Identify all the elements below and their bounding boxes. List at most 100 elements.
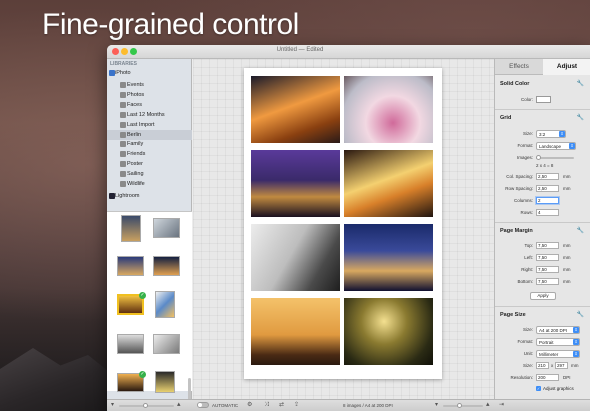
- photo-marx-statue[interactable]: [251, 224, 340, 291]
- photo-sculpture-bolts[interactable]: [344, 76, 433, 143]
- margin-right-field[interactable]: 7,50: [536, 266, 559, 273]
- selected-check-icon: ✓: [139, 292, 146, 299]
- album-icon: [120, 132, 126, 138]
- thumbnail[interactable]: [155, 291, 175, 318]
- wrench-icon[interactable]: ⚙: [247, 402, 252, 409]
- page-size-value: A4 at 200 DPI: [539, 328, 568, 333]
- unit-select[interactable]: Millimeter ⇕: [536, 350, 580, 358]
- margin-top-field[interactable]: 7,50: [536, 242, 559, 249]
- thumbnail[interactable]: [117, 334, 144, 354]
- sidebar-item-poster[interactable]: Poster: [107, 159, 192, 169]
- sidebar-item-iphoto[interactable]: iPhoto: [107, 68, 192, 78]
- sidebar-item-label: Last 12 Months: [127, 112, 165, 118]
- chevron-updown-icon: ⇕: [573, 327, 579, 333]
- apply-button[interactable]: Apply: [530, 292, 556, 300]
- thumbnail[interactable]: [153, 334, 180, 354]
- page-size-title: Page Size: [500, 312, 526, 318]
- rows-field[interactable]: 4: [536, 209, 559, 216]
- sidebar-item-photos[interactable]: Photos: [107, 90, 192, 100]
- sidebar-item-last-12-months[interactable]: Last 12 Months: [107, 110, 192, 120]
- solid-color-title: Solid Color: [500, 81, 530, 87]
- sidebar-item-sailing[interactable]: Sailing: [107, 169, 192, 179]
- thumbnail[interactable]: [121, 215, 141, 242]
- photo-light-trails[interactable]: [344, 150, 433, 217]
- margin-right-label: Right:: [521, 267, 533, 272]
- toggle-knob: [198, 403, 202, 407]
- grid-format-label: Format:: [517, 143, 533, 148]
- sidebar-item-family[interactable]: Family: [107, 139, 192, 149]
- sidebar-item-wildlife[interactable]: Wildlife: [107, 179, 192, 189]
- sidebar-item-label: Events: [127, 82, 144, 88]
- bottom-toolbar: ▾ ▴ AUTOMATIC ⚙ ⤨ ⇄ ⇪ 8 images / A4 at 2…: [107, 399, 590, 411]
- thumbnail[interactable]: [153, 218, 180, 238]
- shuffle-icon[interactable]: ⤨: [264, 402, 269, 409]
- thumbnail-size-knob[interactable]: [143, 403, 148, 408]
- wrench-icon[interactable]: 🔧: [577, 311, 584, 318]
- page-settings-icon[interactable]: ⇥: [499, 402, 504, 409]
- images-slider-knob[interactable]: [536, 155, 541, 160]
- images-label: Images:: [516, 155, 533, 160]
- zoom-out-icon[interactable]: ▾: [111, 402, 114, 409]
- sidebar-item-events[interactable]: Events: [107, 80, 192, 90]
- marketing-headline: Fine-grained control: [42, 8, 299, 41]
- album-icon: [120, 171, 126, 177]
- resolution-field[interactable]: 200: [536, 374, 559, 381]
- grid-size-label: Size:: [522, 131, 533, 136]
- page-format-select[interactable]: Portrait ⇕: [536, 338, 580, 346]
- page-width-field[interactable]: 210: [536, 362, 549, 369]
- thumbnail-browser[interactable]: ✓ ✓: [107, 211, 192, 408]
- inspector-panel: Effects Adjust Solid Color 🔧 Color: Grid…: [494, 59, 590, 399]
- page-zoom-slider[interactable]: [443, 405, 483, 407]
- album-icon: [120, 141, 126, 147]
- page-size-select[interactable]: A4 at 200 DPI ⇕: [536, 326, 580, 334]
- photo-gasometer-sunset[interactable]: [251, 298, 340, 365]
- chevron-updown-icon: ⇕: [573, 339, 579, 345]
- photo-oberbaum-bridge[interactable]: [251, 150, 340, 217]
- zoom-out-icon[interactable]: ▾: [435, 402, 438, 409]
- zoom-in-icon[interactable]: ▴: [486, 401, 490, 408]
- sidebar-item-friends[interactable]: Friends: [107, 149, 192, 159]
- sidebar-item-faces[interactable]: Faces: [107, 100, 192, 110]
- thumbnail[interactable]: [153, 256, 180, 276]
- automatic-label: AUTOMATIC: [212, 403, 239, 408]
- adjust-graphics-checkbox[interactable]: ✓: [536, 386, 541, 391]
- margin-bottom-field[interactable]: 7,50: [536, 278, 559, 285]
- color-swatch[interactable]: [536, 96, 551, 103]
- wrench-icon[interactable]: 🔧: [577, 227, 584, 234]
- row-spacing-field[interactable]: 2,50: [536, 185, 559, 192]
- grid-format-select[interactable]: Landscape ⇕: [536, 142, 576, 150]
- iphoto-icon: [109, 70, 115, 76]
- grid-size-select[interactable]: 3:2 ⇕: [536, 130, 566, 138]
- images-slider[interactable]: [536, 157, 574, 159]
- margin-left-field[interactable]: 7,50: [536, 254, 559, 261]
- columns-label: Columns:: [513, 198, 533, 203]
- photo-berlin-cathedral[interactable]: [344, 224, 433, 291]
- automatic-toggle[interactable]: [197, 402, 209, 408]
- tab-effects[interactable]: Effects: [495, 59, 543, 75]
- page-zoom-knob[interactable]: [457, 403, 462, 408]
- sidebar-item-last-import[interactable]: Last Import: [107, 120, 192, 130]
- divider: [495, 306, 590, 307]
- thumbnail[interactable]: [155, 371, 175, 393]
- adjust-graphics-label: Adjust graphics: [543, 386, 574, 391]
- wrench-icon[interactable]: 🔧: [577, 114, 584, 121]
- photo-concert-hall[interactable]: [251, 76, 340, 143]
- sidebar-item-label: Faces: [127, 102, 142, 108]
- swap-icon[interactable]: ⇄: [279, 402, 284, 409]
- sidebar-item-label: Last Import: [127, 122, 155, 128]
- page-height-field[interactable]: 297: [555, 362, 568, 369]
- col-spacing-field[interactable]: 2,50: [536, 173, 559, 180]
- sidebar-item-label: Wildlife: [127, 181, 145, 187]
- thumbnail[interactable]: [117, 256, 144, 276]
- margin-top-unit: mm: [563, 243, 571, 248]
- tab-adjust[interactable]: Adjust: [543, 59, 590, 75]
- resolution-label: Resolution:: [510, 375, 533, 380]
- photo-street-lamps[interactable]: [344, 298, 433, 365]
- sidebar-item-label: Family: [127, 141, 144, 147]
- share-icon[interactable]: ⇪: [294, 402, 299, 409]
- zoom-in-icon[interactable]: ▴: [177, 401, 181, 408]
- wrench-icon[interactable]: 🔧: [577, 80, 584, 87]
- columns-field[interactable]: 2: [536, 197, 559, 204]
- chevron-updown-icon: ⇕: [573, 351, 579, 357]
- sidebar-item-lightroom[interactable]: Lightroom: [107, 191, 192, 201]
